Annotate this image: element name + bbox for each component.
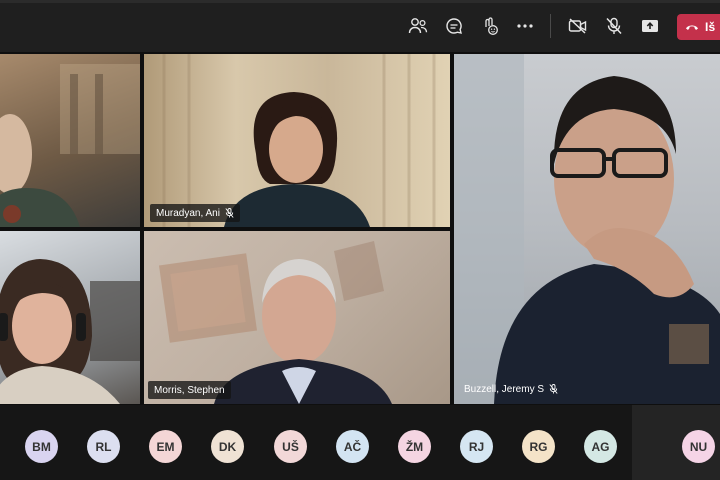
avatar-initials: RG [529, 439, 548, 454]
avatar-initials: AČ [343, 439, 362, 454]
participant-video [159, 241, 392, 404]
avatar-initials: AG [591, 439, 610, 454]
share-icon [642, 20, 658, 32]
participant-avatar[interactable]: UŠ [274, 430, 307, 463]
camera-toggle-button[interactable] [566, 14, 590, 38]
people-icon [408, 18, 428, 34]
mic-off-icon [606, 17, 622, 35]
participant-avatar[interactable]: RG [522, 430, 555, 463]
avatar-initials: DK [218, 439, 237, 454]
participant-strip: BM RL EM DK UŠ AČ ŽM RJ RG AG NU [0, 405, 720, 480]
participant-video [162, 54, 436, 227]
toolbar-top-border [0, 0, 720, 3]
participant-name-tag: Morris, Stephen [148, 381, 231, 399]
participant-name-tag: Buzzell, Jeremy S [458, 380, 564, 398]
video-tile-top-left[interactable] [0, 54, 140, 227]
participant-avatar[interactable]: RJ [460, 430, 493, 463]
more-options-button[interactable] [513, 14, 537, 38]
participant-name-tag: Muradyan, Ani [150, 204, 240, 222]
leave-label: Iš [705, 20, 716, 34]
participant-video [454, 54, 720, 404]
participant-avatar[interactable]: ŽM [398, 430, 431, 463]
participant-name: Morris, Stephen [154, 384, 225, 396]
reactions-button[interactable] [478, 14, 502, 38]
leave-button[interactable]: Iš [677, 14, 720, 40]
avatar-initials: RL [95, 439, 112, 454]
participant-avatar[interactable]: DK [211, 430, 244, 463]
avatar-initials: RJ [468, 439, 485, 454]
participant-avatar[interactable]: AG [584, 430, 617, 463]
participant-name: Muradyan, Ani [156, 207, 220, 219]
people-button[interactable] [406, 14, 430, 38]
chat-button[interactable] [442, 14, 466, 38]
participant-avatar[interactable]: EM [149, 430, 182, 463]
meeting-toolbar: Iš [0, 0, 720, 52]
toolbar-separator [550, 14, 551, 38]
chat-icon [446, 18, 462, 34]
video-tile-bottom-left[interactable] [0, 231, 140, 404]
avatar-initials: UŠ [282, 439, 299, 454]
avatar-initials: ŽM [405, 439, 424, 454]
reactions-icon [485, 17, 498, 35]
more-icon [517, 24, 533, 28]
video-tile-muradyan[interactable]: Muradyan, Ani [144, 54, 450, 227]
mic-muted-icon [549, 384, 558, 394]
phone-icon [686, 25, 698, 30]
participant-avatar[interactable]: RL [87, 430, 120, 463]
participant-video [0, 64, 140, 227]
participant-avatar[interactable]: NU [682, 430, 715, 463]
avatar-initials: BM [32, 439, 51, 454]
camera-off-icon [568, 18, 587, 34]
video-tile-morris[interactable]: Morris, Stephen [144, 231, 450, 404]
mic-toggle-button[interactable] [602, 14, 626, 38]
avatar-initials: NU [689, 439, 708, 454]
participant-avatar[interactable]: BM [25, 430, 58, 463]
participant-video [0, 259, 140, 404]
participant-avatar[interactable]: AČ [336, 430, 369, 463]
video-tile-buzzell[interactable]: Buzzell, Jeremy S [454, 54, 720, 404]
avatar-initials: EM [156, 439, 175, 454]
mic-muted-icon [225, 208, 234, 218]
share-screen-button[interactable] [638, 14, 662, 38]
participant-name: Buzzell, Jeremy S [464, 383, 545, 395]
